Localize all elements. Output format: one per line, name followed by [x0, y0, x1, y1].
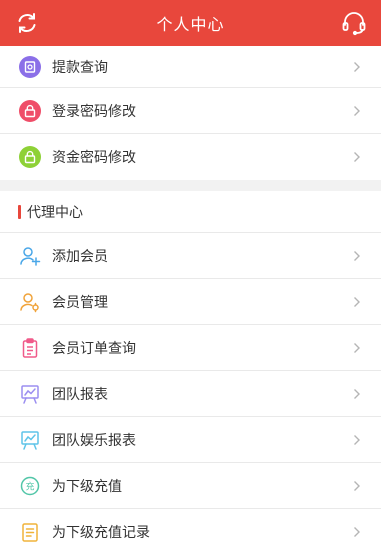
- item-label: 添加会员: [52, 248, 108, 265]
- chevron-right-icon: [354, 250, 360, 261]
- header-bar: 个人中心: [0, 0, 381, 46]
- user-manage-icon: [20, 292, 39, 312]
- chart-board-icon: [21, 430, 39, 450]
- chevron-right-icon: [354, 61, 360, 72]
- section-title: 代理中心: [27, 204, 83, 221]
- team-entertainment-report-item[interactable]: 团队娱乐报表: [0, 417, 381, 463]
- chevron-right-icon: [354, 388, 360, 399]
- recharge-icon: 充: [20, 476, 40, 495]
- refresh-icon: [18, 13, 36, 33]
- svg-text:充: 充: [25, 480, 34, 492]
- chevron-right-icon: [354, 296, 360, 307]
- section-divider: [0, 180, 381, 191]
- lock-icon: [19, 99, 41, 122]
- record-list-icon: [22, 523, 38, 542]
- agent-center-section: 代理中心 添加会员 会员管理 会员订单查询 团队报表 团队娱乐报表 充 为下级充…: [0, 191, 381, 555]
- section-accent-bar: [18, 204, 21, 219]
- login-password-change-item[interactable]: 登录密码修改: [0, 88, 381, 134]
- item-label: 会员管理: [52, 294, 108, 311]
- withdraw-query-icon: [19, 55, 41, 78]
- lock-icon: [19, 146, 41, 168]
- chevron-right-icon: [354, 527, 360, 537]
- chevron-right-icon: [354, 480, 360, 491]
- item-label: 提款查询: [52, 59, 108, 76]
- team-report-item[interactable]: 团队报表: [0, 371, 381, 417]
- chevron-right-icon: [354, 105, 360, 116]
- recharge-subordinate-item[interactable]: 充 为下级充值: [0, 463, 381, 509]
- item-label: 会员订单查询: [52, 340, 136, 357]
- item-label: 登录密码修改: [52, 103, 136, 120]
- item-label: 团队报表: [52, 386, 108, 403]
- withdraw-query-item[interactable]: 提款查询: [0, 46, 381, 88]
- fund-password-change-item[interactable]: 资金密码修改: [0, 134, 381, 180]
- item-label: 资金密码修改: [52, 150, 136, 166]
- chevron-right-icon: [354, 342, 360, 353]
- item-label: 为下级充值: [52, 478, 122, 495]
- chart-board-icon: [21, 384, 39, 404]
- refresh-button[interactable]: [4, 0, 50, 46]
- clipboard-icon: [22, 337, 38, 358]
- page-title: 个人中心: [156, 15, 225, 34]
- account-settings-list: 提款查询 登录密码修改 资金密码修改: [0, 46, 381, 180]
- member-management-item[interactable]: 会员管理: [0, 279, 381, 325]
- item-label: 团队娱乐报表: [52, 432, 136, 449]
- item-label: 为下级充值记录: [52, 525, 150, 541]
- recharge-record-item[interactable]: 为下级充值记录: [0, 509, 381, 555]
- customer-service-button[interactable]: [331, 0, 377, 46]
- member-order-query-item[interactable]: 会员订单查询: [0, 325, 381, 371]
- section-header: 代理中心: [0, 191, 381, 233]
- chevron-right-icon: [354, 152, 360, 162]
- chevron-right-icon: [354, 434, 360, 445]
- add-user-icon: [20, 246, 41, 266]
- headset-icon: [342, 12, 366, 36]
- add-member-item[interactable]: 添加会员: [0, 233, 381, 279]
